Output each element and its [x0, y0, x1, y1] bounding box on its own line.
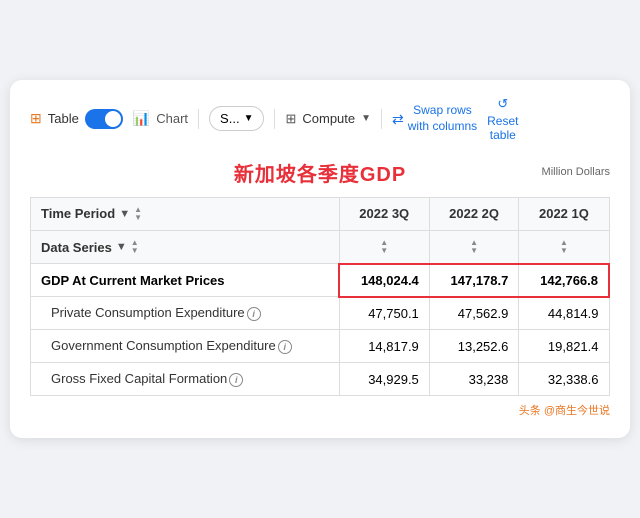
row-col2-value: 47,562.9: [429, 297, 519, 330]
time-period-header: Time Period ▼ ▲▼: [31, 197, 340, 230]
series-dropdown-label: S...: [220, 111, 240, 126]
row-col3-value: 19,821.4: [519, 330, 609, 363]
watermark: 头条 @商生今世说: [30, 402, 610, 418]
col1-header: 2022 3Q: [339, 197, 429, 230]
data-series-sort[interactable]: ▲▼: [131, 239, 139, 255]
swap-icon: ⇄: [392, 110, 404, 128]
reset-table-button[interactable]: ↺ Reset table: [487, 96, 518, 142]
col2-header: 2022 2Q: [429, 197, 519, 230]
data-series-filter-icon[interactable]: ▼: [116, 241, 127, 253]
data-series-text: Data Series: [41, 240, 112, 255]
compute-button[interactable]: Compute: [302, 111, 355, 126]
row-col3-value: 32,338.6: [519, 363, 609, 396]
chevron-down-icon: ▼: [244, 113, 254, 124]
data-series-row: Data Series ▼ ▲▼ ▲▼ ▲▼ ▲▼: [31, 230, 610, 264]
table-row: Government Consumption Expenditurei14,81…: [31, 330, 610, 363]
info-icon[interactable]: i: [278, 340, 292, 354]
time-period-filter-icon[interactable]: ▼: [119, 208, 130, 220]
table-toggle-group: ⊞ Table: [30, 109, 123, 129]
row-col1-value: 47,750.1: [339, 297, 429, 330]
page-title: 新加坡各季度GDP: [30, 158, 610, 187]
compute-chevron-icon: ▼: [361, 113, 371, 124]
row-label: Private Consumption Expenditurei: [31, 297, 340, 330]
row-col2-value: 33,238: [429, 363, 519, 396]
main-card: ⊞ Table 📊 Chart S... ▼ ⊞ Compute ▼ ⇄ Swa…: [10, 80, 630, 439]
table-row: Gross Fixed Capital Formationi34,929.533…: [31, 363, 610, 396]
row-col1-value: 14,817.9: [339, 330, 429, 363]
col3-sort[interactable]: ▲▼: [519, 230, 609, 264]
col3-header: 2022 1Q: [519, 197, 609, 230]
table-chart-toggle[interactable]: [85, 109, 123, 129]
row-col2-value: 13,252.6: [429, 330, 519, 363]
toolbar-divider-3: [381, 109, 382, 129]
table-icon: ⊞: [30, 110, 42, 127]
row-col1-value: 34,929.5: [339, 363, 429, 396]
reset-icon: ↺: [497, 96, 508, 112]
chart-button[interactable]: Chart: [156, 111, 188, 126]
toolbar: ⊞ Table 📊 Chart S... ▼ ⊞ Compute ▼ ⇄ Swa…: [30, 96, 610, 142]
swap-label: Swap rows with columns: [408, 103, 477, 134]
info-icon[interactable]: i: [247, 307, 261, 321]
time-period-sort[interactable]: ▲▼: [134, 206, 142, 222]
table-header-row: Time Period ▼ ▲▼ 2022 3Q 2022 2Q 2022 1Q: [31, 197, 610, 230]
unit-label: Million Dollars: [542, 166, 610, 178]
row-label: Gross Fixed Capital Formationi: [31, 363, 340, 396]
swap-rows-button[interactable]: ⇄ Swap rows with columns: [392, 103, 477, 134]
compute-icon: ⊞: [285, 111, 296, 127]
col2-sort[interactable]: ▲▼: [429, 230, 519, 264]
col1-sort[interactable]: ▲▼: [339, 230, 429, 264]
toolbar-divider-2: [274, 109, 275, 129]
row-label: GDP At Current Market Prices: [31, 264, 340, 297]
reset-label: Reset table: [487, 114, 518, 142]
table-row: Private Consumption Expenditurei47,750.1…: [31, 297, 610, 330]
data-series-label: Data Series ▼ ▲▼: [31, 230, 340, 264]
table-label: Table: [48, 111, 79, 126]
row-col2-value: 147,178.7: [429, 264, 519, 297]
row-col3-value: 44,814.9: [519, 297, 609, 330]
row-label: Government Consumption Expenditurei: [31, 330, 340, 363]
info-icon[interactable]: i: [229, 373, 243, 387]
row-col3-value: 142,766.8: [519, 264, 609, 297]
table-row: GDP At Current Market Prices148,024.4147…: [31, 264, 610, 297]
chart-btn-group: 📊 Chart: [133, 110, 188, 127]
data-table: Time Period ▼ ▲▼ 2022 3Q 2022 2Q 2022 1Q…: [30, 197, 610, 397]
chart-bar-icon: 📊: [133, 110, 150, 127]
toolbar-divider-1: [198, 109, 199, 129]
title-row: 新加坡各季度GDP Million Dollars: [30, 158, 610, 187]
series-dropdown[interactable]: S... ▼: [209, 106, 264, 131]
row-col1-value: 148,024.4: [339, 264, 429, 297]
time-period-label: Time Period: [41, 206, 115, 221]
compute-group: ⊞ Compute ▼: [285, 111, 371, 127]
